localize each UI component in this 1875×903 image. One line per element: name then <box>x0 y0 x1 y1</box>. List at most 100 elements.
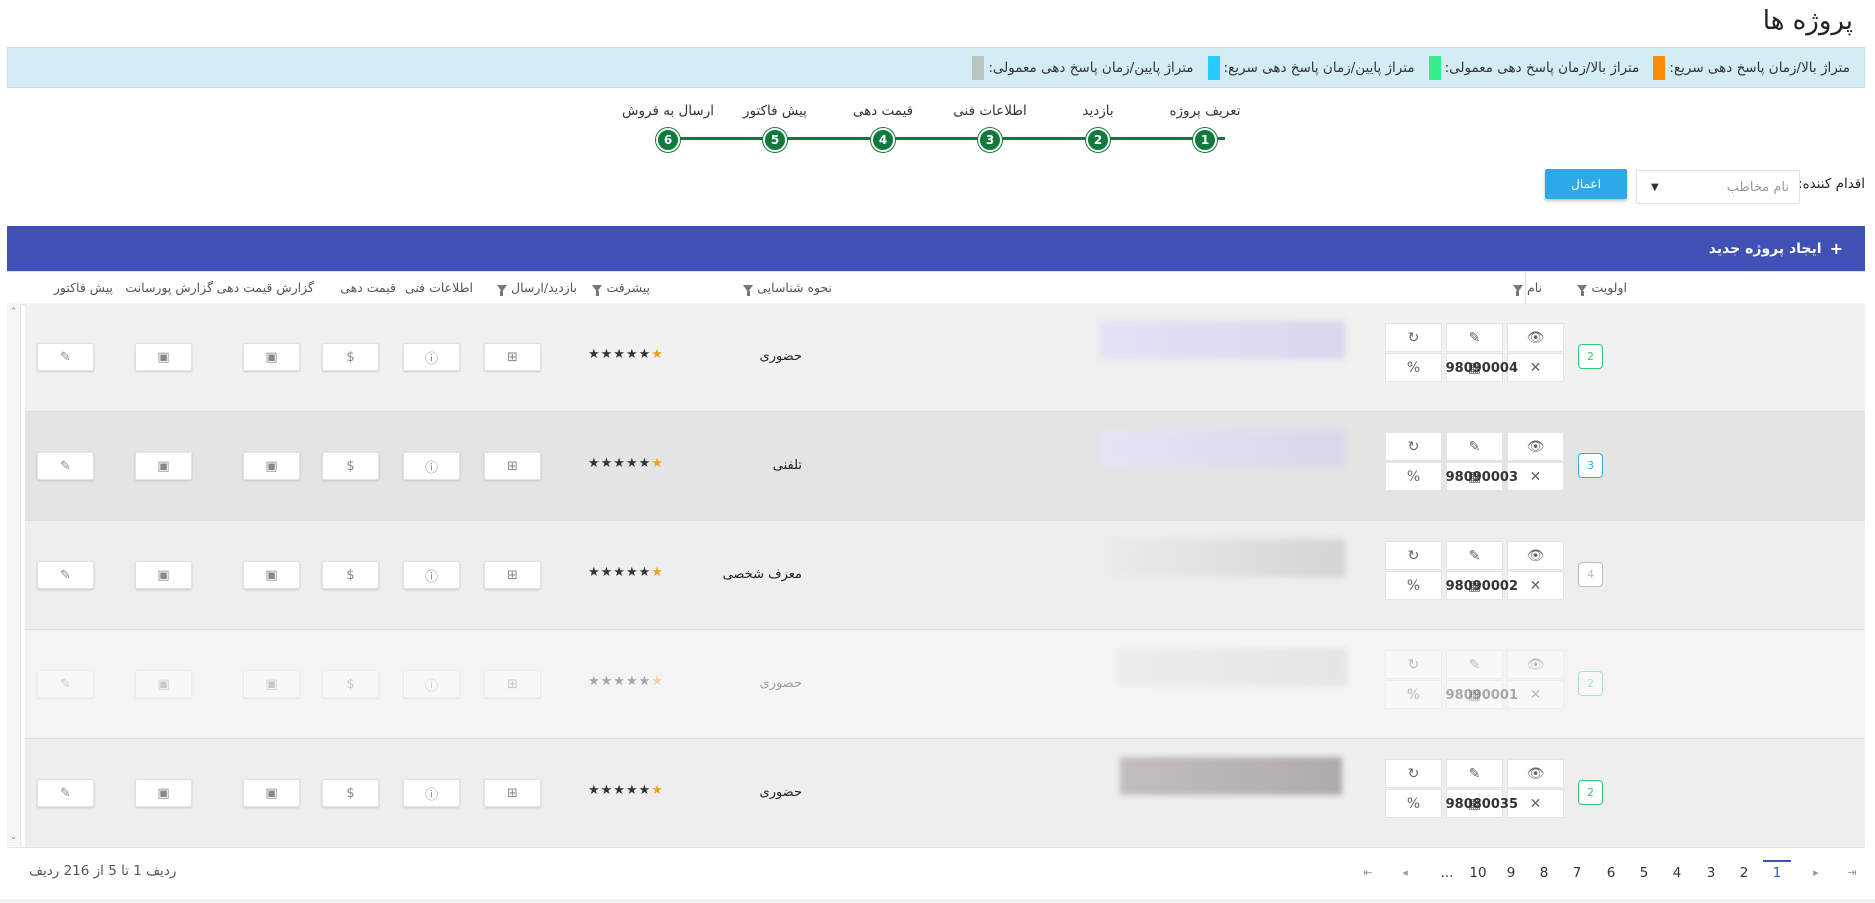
apply-button[interactable]: اعمال <box>1545 169 1627 199</box>
actor-select[interactable]: نام مخاطب ▼ <box>1636 170 1800 204</box>
visit-send-button[interactable]: ⊞ <box>484 779 541 807</box>
proforma-button[interactable]: ✎ <box>37 452 94 480</box>
col-identification[interactable]: نحوه شناسایی <box>739 272 832 304</box>
page-button[interactable]: 7 <box>1563 862 1591 884</box>
tech-info-button[interactable]: ⓘ <box>403 561 460 589</box>
row-action-percent[interactable]: % <box>1385 353 1442 382</box>
pencil-icon: ✎ <box>1468 329 1481 346</box>
row-action-pencil[interactable]: ✎ <box>1446 541 1503 570</box>
page-button[interactable]: 1 <box>1763 860 1791 884</box>
col-visit-send[interactable]: بازدید/ارسال <box>493 272 577 304</box>
page-button[interactable]: 8 <box>1530 862 1558 884</box>
commission-report-button[interactable]: ▣ <box>135 343 192 371</box>
tech-info-button[interactable]: ⓘ <box>403 452 460 480</box>
page-button[interactable]: 6 <box>1597 862 1625 884</box>
percent-icon: % <box>1406 359 1421 376</box>
pricing-report-button[interactable]: ▣ <box>243 561 300 589</box>
step-5[interactable]: پیش فاکتور 5 <box>715 100 835 152</box>
row-action-eye[interactable]: 👁 <box>1507 541 1564 570</box>
pricing-report-button[interactable]: ▣ <box>243 779 300 807</box>
step-6[interactable]: ارسال به فروش 6 <box>608 100 728 152</box>
visit-send-button[interactable]: ⊞ <box>484 561 541 589</box>
row-action-refresh[interactable]: ↻ <box>1385 323 1442 352</box>
row-action-percent[interactable]: % <box>1385 462 1442 491</box>
commission-report-button[interactable]: ▣ <box>135 452 192 480</box>
col-pricing-report[interactable]: گزارش قیمت دهی <box>217 272 314 304</box>
new-project-button[interactable]: ایجاد پروژه جدید <box>1709 241 1822 257</box>
col-pricing[interactable]: قیمت دهی <box>340 272 396 304</box>
table-row[interactable]: 👁 ✎ ↻ ✕ ▦% 2 98080035 حضوری ★★★★★★ ⊞ ⓘ $ ▣ ▣ ✎ <box>25 739 1865 848</box>
first-page-icon[interactable]: ⇤ <box>1358 862 1378 884</box>
col-priority[interactable]: اولویت <box>1573 272 1627 304</box>
filter-icon[interactable] <box>743 285 754 296</box>
row-action-refresh[interactable]: ↻ <box>1385 541 1442 570</box>
row-action-percent[interactable]: % <box>1385 680 1442 709</box>
row-action-percent[interactable]: % <box>1385 571 1442 600</box>
row-action-pencil[interactable]: ✎ <box>1446 759 1503 788</box>
filter-icon[interactable] <box>592 285 603 296</box>
page-ellipsis[interactable]: ... <box>1433 862 1461 884</box>
row-action-eye[interactable]: 👁 <box>1507 650 1564 679</box>
col-proforma[interactable]: پیش فاکتور <box>54 272 113 304</box>
filter-icon[interactable] <box>1512 285 1523 296</box>
row-action-percent[interactable]: % <box>1385 789 1442 818</box>
row-action-refresh[interactable]: ↻ <box>1385 432 1442 461</box>
row-action-eye[interactable]: 👁 <box>1507 432 1564 461</box>
tech-info-button[interactable]: ⓘ <box>403 343 460 371</box>
page-button[interactable]: 3 <box>1697 862 1725 884</box>
identification-method: حضوری <box>759 349 802 364</box>
proforma-button[interactable]: ✎ <box>37 670 94 698</box>
proforma-button[interactable]: ✎ <box>37 779 94 807</box>
pricing-button[interactable]: $ <box>322 452 379 480</box>
pricing-report-button[interactable]: ▣ <box>243 670 300 698</box>
page-button[interactable]: 10 <box>1464 862 1492 884</box>
pricing-button[interactable]: $ <box>322 670 379 698</box>
prev-page-icon[interactable]: ◂ <box>1395 862 1415 884</box>
pricing-button[interactable]: $ <box>322 343 379 371</box>
tech-info-button[interactable]: ⓘ <box>403 670 460 698</box>
pricing-report-button[interactable]: ▣ <box>243 452 300 480</box>
table-row[interactable]: 👁 ✎ ↻ ✕ ▦% 3 98090003 تلفنی ★★★★★★ ⊞ ⓘ $ ▣ ▣ ✎ <box>25 412 1865 521</box>
table-row[interactable]: 👁 ✎ ↻ ✕ ▦% 2 98090001 حضوری ★★★★★★ ⊞ ⓘ $ ▣ ▣ ✎ <box>25 630 1865 739</box>
page-button[interactable]: 4 <box>1663 862 1691 884</box>
commission-report-button[interactable]: ▣ <box>135 670 192 698</box>
visit-send-button[interactable]: ⊞ <box>484 452 541 480</box>
edit-doc-icon: ✎ <box>60 785 71 801</box>
pricing-report-button[interactable]: ▣ <box>243 343 300 371</box>
row-action-refresh[interactable]: ↻ <box>1385 650 1442 679</box>
filter-icon[interactable] <box>496 285 507 296</box>
row-action-eye[interactable]: 👁 <box>1507 759 1564 788</box>
page-button[interactable]: 2 <box>1730 862 1758 884</box>
row-action-pencil[interactable]: ✎ <box>1446 650 1503 679</box>
col-tech-info[interactable]: اطلاعات فنی <box>405 272 473 304</box>
step-1[interactable]: تعریف پروژه 1 <box>1145 100 1265 152</box>
proforma-button[interactable]: ✎ <box>37 561 94 589</box>
pencil-icon: ✎ <box>1468 438 1481 455</box>
col-progress[interactable]: پیشرفت <box>588 272 650 304</box>
proforma-button[interactable]: ✎ <box>37 343 94 371</box>
excel-icon: ▣ <box>157 567 170 583</box>
col-name[interactable]: نام <box>1509 272 1542 304</box>
step-3[interactable]: اطلاعات فنی 3 <box>930 100 1050 152</box>
pricing-button[interactable]: $ <box>322 779 379 807</box>
col-commission-report[interactable]: گزارش پورسانت <box>125 272 213 304</box>
step-4[interactable]: قیمت دهی 4 <box>823 100 943 152</box>
tech-info-button[interactable]: ⓘ <box>403 779 460 807</box>
row-action-pencil[interactable]: ✎ <box>1446 323 1503 352</box>
visit-send-button[interactable]: ⊞ <box>484 670 541 698</box>
row-action-pencil[interactable]: ✎ <box>1446 432 1503 461</box>
filter-icon[interactable] <box>1577 285 1588 296</box>
page-button[interactable]: 5 <box>1630 862 1658 884</box>
pricing-button[interactable]: $ <box>322 561 379 589</box>
visit-send-button[interactable]: ⊞ <box>484 343 541 371</box>
row-action-refresh[interactable]: ↻ <box>1385 759 1442 788</box>
commission-report-button[interactable]: ▣ <box>135 561 192 589</box>
table-row[interactable]: 👁 ✎ ↻ ✕ ▦% 4 98090002 معرف شخصی ★★★★★★ ⊞ ⓘ $ ▣ ▣ ✎ <box>25 521 1865 630</box>
last-page-icon[interactable]: ⇥ <box>1842 862 1862 884</box>
table-row[interactable]: 👁 ✎ ↻ ✕ ▦% 2 98090004 حضوری ★★★★★★ ⊞ ⓘ $ ▣ ▣ ✎ <box>25 303 1865 412</box>
commission-report-button[interactable]: ▣ <box>135 779 192 807</box>
row-action-eye[interactable]: 👁 <box>1507 323 1564 352</box>
next-page-icon[interactable]: ▸ <box>1806 862 1826 884</box>
step-2[interactable]: بازدید 2 <box>1038 100 1158 152</box>
page-button[interactable]: 9 <box>1497 862 1525 884</box>
